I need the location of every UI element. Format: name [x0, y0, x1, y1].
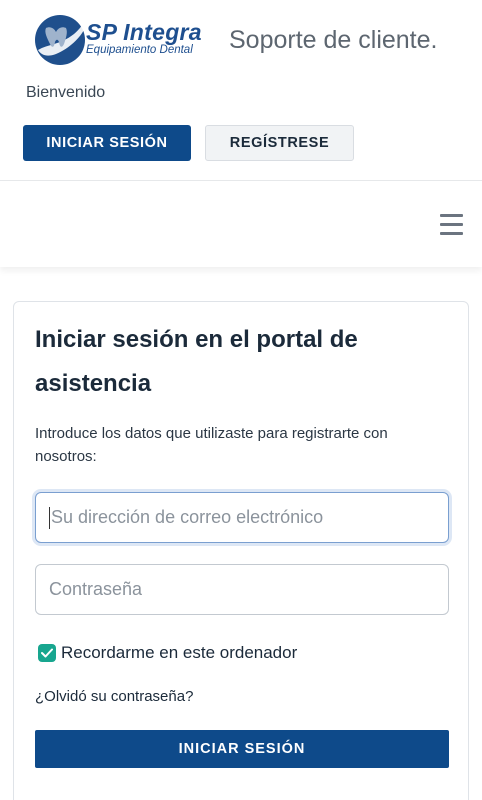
- logo-text: SP Integra Equipamiento Dental: [86, 20, 202, 56]
- remember-label: Recordarme en este ordenador: [61, 643, 298, 662]
- forgot-password-link[interactable]: ¿Olvidó su contraseña?: [35, 688, 193, 705]
- menu-line: [440, 223, 463, 226]
- login-card: Iniciar sesión en el portal de asistenci…: [13, 301, 469, 800]
- password-field[interactable]: Contraseña: [35, 564, 449, 615]
- header-login-button[interactable]: INICIAR SESIÓN: [23, 125, 191, 161]
- menu-line: [440, 232, 463, 235]
- logo-name: SP Integra: [86, 19, 202, 45]
- login-description: Introduce los datos que utilizaste para …: [35, 425, 388, 465]
- logo-subtitle: Equipamiento Dental: [86, 44, 193, 56]
- logo-emblem-icon: [35, 15, 85, 65]
- remember-me[interactable]: Recordarme en este ordenador: [38, 643, 297, 663]
- checkmark-icon: [41, 648, 53, 658]
- brand-logo[interactable]: SP Integra Equipamiento Dental: [34, 14, 214, 68]
- text-caret: [49, 506, 50, 529]
- menu-line: [440, 214, 463, 217]
- email-placeholder: Su dirección de correo electrónico: [51, 507, 324, 527]
- site-header: SP Integra Equipamiento Dental Soporte d…: [0, 0, 482, 180]
- email-field[interactable]: Su dirección de correo electrónico: [35, 492, 449, 543]
- navbar: [0, 181, 482, 267]
- hamburger-menu-icon[interactable]: [440, 214, 463, 235]
- remember-checkbox[interactable]: [38, 644, 56, 662]
- page-title: Soporte de cliente.: [229, 26, 438, 54]
- submit-login-button[interactable]: INICIAR SESIÓN: [35, 730, 449, 768]
- header-register-button[interactable]: REGÍSTRESE: [205, 125, 354, 161]
- welcome-text: Bienvenido: [26, 84, 106, 101]
- password-placeholder: Contraseña: [49, 579, 143, 599]
- login-title: Iniciar sesión en el portal de asistenci…: [35, 326, 358, 397]
